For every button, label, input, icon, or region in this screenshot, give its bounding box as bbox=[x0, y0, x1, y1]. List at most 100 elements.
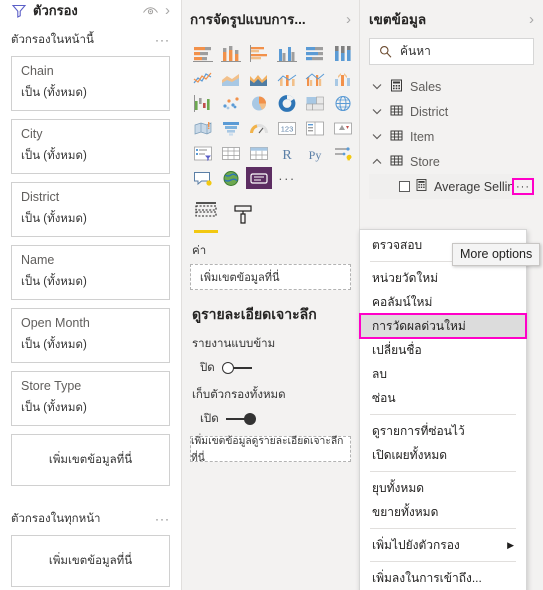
arcgis-maps-icon[interactable] bbox=[218, 167, 244, 189]
all-pages-filters-dropzone[interactable]: เพิ่มเขตข้อมูลที่นี่ bbox=[11, 535, 170, 587]
svg-text:R: R bbox=[282, 148, 292, 162]
context-menu-separator bbox=[370, 561, 516, 562]
context-menu-item-add-to-filters[interactable]: เพิ่มไปยังตัวกรอง ▶ bbox=[360, 533, 526, 557]
hundred-percent-stacked-column-chart-icon[interactable] bbox=[330, 42, 356, 64]
more-visuals-icon[interactable]: ··· bbox=[274, 167, 300, 189]
key-influencers-icon[interactable] bbox=[330, 142, 356, 164]
ribbon-chart-icon[interactable] bbox=[330, 67, 356, 89]
eye-icon[interactable] bbox=[142, 4, 159, 17]
context-menu-item-new-measure[interactable]: หน่วยวัดใหม่ bbox=[360, 266, 526, 290]
all-pages-filters-more-icon[interactable]: ··· bbox=[155, 513, 170, 525]
r-script-visual-icon[interactable]: R bbox=[274, 142, 300, 164]
funnel-chart-icon[interactable] bbox=[218, 117, 244, 139]
kpi-icon[interactable] bbox=[330, 117, 356, 139]
context-menu-item-unhide-all[interactable]: เปิดเผยทั้งหมด bbox=[360, 443, 526, 467]
context-menu-item-add-to-accessibility[interactable]: เพิ่มลงในการเข้าถึง... bbox=[360, 566, 526, 590]
scatter-chart-icon[interactable] bbox=[218, 92, 244, 114]
qna-visual-icon[interactable] bbox=[190, 167, 216, 189]
context-menu-item-new-quick-measure[interactable]: การวัดผลด่วนใหม่ bbox=[359, 313, 527, 339]
filter-card[interactable]: Open Month เป็น (ทั้งหมด) bbox=[11, 308, 170, 363]
fields-table-district[interactable]: District bbox=[369, 99, 534, 124]
power-bi-report-editor: ตัวกรอง › ตัวกรองในหน้านี้ ··· Chain เป็… bbox=[0, 0, 543, 590]
paginated-report-visual-icon[interactable] bbox=[246, 167, 272, 189]
python-visual-icon[interactable]: Py bbox=[302, 142, 328, 164]
visualizations-pane-header: การจัดรูปแบบการ... › bbox=[190, 0, 351, 38]
field-more-options-button[interactable]: ··· bbox=[512, 178, 534, 195]
filter-card[interactable]: Name เป็น (ทั้งหมด) bbox=[11, 245, 170, 300]
fields-table-label: District bbox=[410, 104, 449, 119]
cross-report-toggle[interactable] bbox=[221, 362, 252, 374]
card-icon[interactable]: 123 bbox=[274, 117, 300, 139]
clustered-column-chart-icon[interactable] bbox=[274, 42, 300, 64]
clustered-bar-chart-icon[interactable] bbox=[246, 42, 272, 64]
stacked-area-chart-icon[interactable] bbox=[246, 67, 272, 89]
multi-row-card-icon[interactable] bbox=[302, 117, 328, 139]
field-checkbox[interactable] bbox=[399, 181, 410, 192]
waterfall-chart-icon[interactable] bbox=[190, 92, 216, 114]
line-chart-icon[interactable] bbox=[190, 67, 216, 89]
measure-table-icon bbox=[390, 79, 403, 95]
collapse-visualizations-icon[interactable]: › bbox=[346, 12, 351, 27]
page-filters-more-icon[interactable]: ··· bbox=[155, 34, 170, 46]
pie-chart-icon[interactable] bbox=[246, 92, 272, 114]
matrix-icon[interactable] bbox=[246, 142, 272, 164]
keep-all-filters-toggle[interactable] bbox=[225, 413, 256, 425]
chevron-down-icon[interactable] bbox=[371, 108, 383, 115]
context-menu-item-new-column[interactable]: คอลัมน์ใหม่ bbox=[360, 290, 526, 314]
filter-card[interactable]: Chain เป็น (ทั้งหมด) bbox=[11, 56, 170, 111]
visualizations-pane-title: การจัดรูปแบบการ... bbox=[190, 12, 306, 27]
filters-pane: ตัวกรอง › ตัวกรองในหน้านี้ ··· Chain เป็… bbox=[0, 0, 182, 590]
stacked-column-chart-icon[interactable] bbox=[218, 42, 244, 64]
slicer-icon[interactable] bbox=[190, 142, 216, 164]
filter-field-name: Store Type bbox=[21, 379, 82, 393]
context-menu-item-hide[interactable]: ซ่อน bbox=[360, 386, 526, 410]
field-item-average-selling-area[interactable]: Average Sellin... ··· bbox=[369, 174, 534, 199]
chevron-down-icon[interactable] bbox=[371, 83, 383, 90]
filled-map-icon[interactable] bbox=[190, 117, 216, 139]
page-filters-label: ตัวกรองในหน้านี้ bbox=[11, 34, 94, 46]
collapse-fields-icon[interactable]: › bbox=[529, 12, 534, 27]
context-menu-item-view-hidden[interactable]: ดูรายการที่ซ่อนไว้ bbox=[360, 419, 526, 443]
filter-card[interactable]: Store Type เป็น (ทั้งหมด) bbox=[11, 371, 170, 426]
donut-chart-icon[interactable] bbox=[274, 92, 300, 114]
context-menu-separator bbox=[370, 414, 516, 415]
values-well-label: ค่า bbox=[192, 245, 207, 257]
context-menu-item-expand-all[interactable]: ขยายทั้งหมด bbox=[360, 500, 526, 524]
fields-table-store[interactable]: Store bbox=[369, 149, 534, 174]
context-menu-item-rename[interactable]: เปลี่ยนชื่อ bbox=[360, 338, 526, 362]
line-stacked-column-chart-icon[interactable] bbox=[274, 67, 300, 89]
treemap-icon[interactable] bbox=[302, 92, 328, 114]
filters-pane-body: ตัวกรองในหน้านี้ ··· Chain เป็น (ทั้งหมด… bbox=[11, 21, 170, 590]
chevron-down-icon[interactable] bbox=[371, 133, 383, 140]
format-tab[interactable] bbox=[232, 204, 256, 233]
drillthrough-dropzone[interactable]: เพิ่มเขตข้อมูลดูรายละเอียดเจาะลึกที่นี่ bbox=[190, 436, 351, 464]
context-menu-separator bbox=[370, 528, 516, 529]
fields-tab[interactable] bbox=[194, 201, 218, 233]
fields-table-sales[interactable]: Sales bbox=[369, 74, 534, 99]
keep-all-filters-toggle-row[interactable]: เปิด bbox=[200, 410, 351, 428]
area-chart-icon[interactable] bbox=[218, 67, 244, 89]
fields-pane-title: เขตข้อมูล bbox=[369, 12, 427, 27]
search-input[interactable]: ค้นหา bbox=[369, 38, 534, 65]
map-icon[interactable] bbox=[330, 92, 356, 114]
filter-field-value: เป็น (ทั้งหมด) bbox=[21, 213, 87, 225]
page-filters-dropzone[interactable]: เพิ่มเขตข้อมูลที่นี่ bbox=[11, 434, 170, 486]
filter-card[interactable]: District เป็น (ทั้งหมด) bbox=[11, 182, 170, 237]
values-well-dropzone[interactable]: เพิ่มเขตข้อมูลที่นี่ bbox=[190, 264, 351, 290]
filter-field-name: City bbox=[21, 127, 43, 141]
context-menu-item-delete[interactable]: ลบ bbox=[360, 362, 526, 386]
all-pages-filters-section-header: ตัวกรองในทุกหน้า ··· bbox=[11, 510, 170, 528]
cross-report-toggle-row[interactable]: ปิด bbox=[200, 359, 351, 377]
collapse-filters-icon[interactable]: › bbox=[165, 3, 170, 18]
table-icon[interactable] bbox=[218, 142, 244, 164]
gauge-icon[interactable] bbox=[246, 117, 272, 139]
fields-table-item[interactable]: Item bbox=[369, 124, 534, 149]
search-placeholder: ค้นหา bbox=[400, 44, 431, 58]
stacked-bar-chart-icon[interactable] bbox=[190, 42, 216, 64]
table-icon bbox=[390, 104, 403, 120]
line-clustered-column-chart-icon[interactable] bbox=[302, 67, 328, 89]
chevron-up-icon[interactable] bbox=[371, 158, 383, 165]
context-menu-item-collapse-all[interactable]: ยุบทั้งหมด bbox=[360, 476, 526, 500]
filter-card[interactable]: City เป็น (ทั้งหมด) bbox=[11, 119, 170, 174]
hundred-percent-stacked-bar-chart-icon[interactable] bbox=[302, 42, 328, 64]
